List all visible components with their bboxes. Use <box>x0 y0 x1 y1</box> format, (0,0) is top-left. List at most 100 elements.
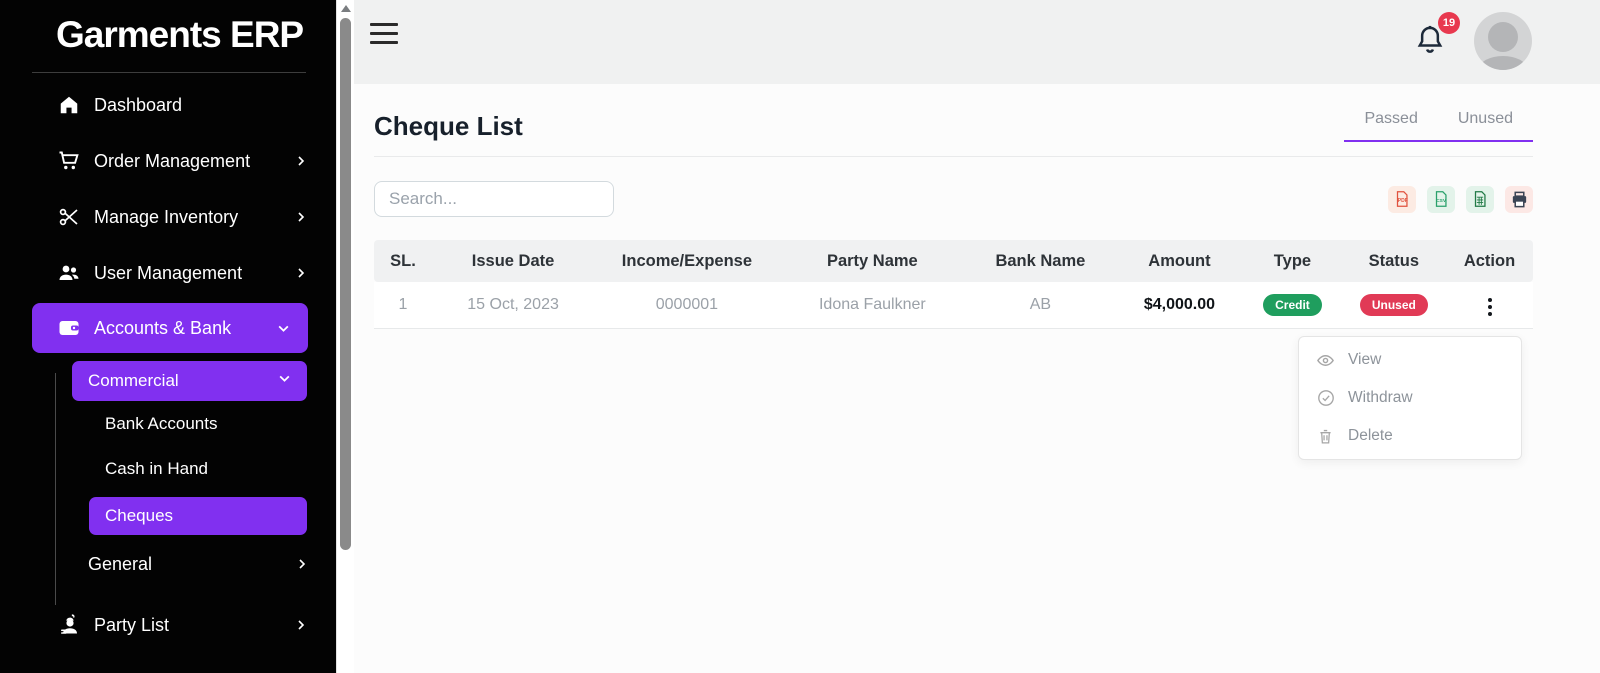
avatar-shoulders-shape <box>1479 56 1527 70</box>
svg-text:PDF: PDF <box>1398 198 1408 204</box>
sidebar-item-dashboard[interactable]: Dashboard <box>0 77 336 133</box>
sidebar-item-label: Manage Inventory <box>94 207 294 228</box>
col-amount: Amount <box>1116 240 1243 282</box>
excel-file-icon <box>1471 190 1489 208</box>
scissors-icon <box>57 205 81 229</box>
chevron-right-icon <box>294 618 308 632</box>
col-income-expense: Income/Expense <box>594 240 779 282</box>
toolbar: PDF CSV <box>374 181 1533 217</box>
col-party-name: Party Name <box>780 240 965 282</box>
col-status: Status <box>1342 240 1446 282</box>
csv-file-icon: CSV <box>1432 190 1450 208</box>
title-divider <box>374 156 1533 157</box>
sidebar: Garments ERP Dashboard Order Management <box>0 0 336 673</box>
export-csv-button[interactable]: CSV <box>1427 186 1455 213</box>
export-print-button[interactable] <box>1505 186 1533 213</box>
sidebar-item-label: Commercial <box>88 371 278 391</box>
chevron-right-icon <box>296 554 308 575</box>
col-bank-name: Bank Name <box>965 240 1116 282</box>
submenu-connector-line <box>55 373 56 605</box>
wallet-icon <box>57 316 81 340</box>
chevron-right-icon <box>294 266 308 280</box>
col-type: Type <box>1243 240 1342 282</box>
printer-icon <box>1510 190 1529 209</box>
cell-sl: 1 <box>374 282 432 328</box>
sidebar-item-label: User Management <box>94 263 294 284</box>
cell-action <box>1446 282 1533 328</box>
trash-icon <box>1316 427 1335 446</box>
app-root: Garments ERP Dashboard Order Management <box>0 0 1600 673</box>
tab-passed[interactable]: Passed <box>1344 110 1437 128</box>
sidebar-item-user-management[interactable]: User Management <box>0 245 336 301</box>
table-row: 1 15 Oct, 2023 0000001 Idona Faulkner AB… <box>374 282 1533 328</box>
home-icon <box>57 93 81 117</box>
action-dropdown-menu: View Withdraw Delete <box>1298 336 1522 460</box>
cell-bank-name: AB <box>965 282 1116 328</box>
hamburger-menu-icon[interactable] <box>370 23 398 44</box>
sidebar-item-label: Cheques <box>105 506 173 526</box>
topbar: 19 <box>354 0 1600 84</box>
sidebar-item-party-list[interactable]: Party List <box>0 597 336 653</box>
tab-unused[interactable]: Unused <box>1438 110 1533 128</box>
scrollbar-up-arrow-icon[interactable] <box>341 5 351 12</box>
cell-type: Credit <box>1243 282 1342 328</box>
sidebar-item-label: Dashboard <box>94 95 308 116</box>
cell-amount: $4,000.00 <box>1116 282 1243 328</box>
menu-item-delete[interactable]: Delete <box>1299 417 1521 455</box>
col-action: Action <box>1446 240 1533 282</box>
type-badge: Credit <box>1263 294 1322 316</box>
sidebar-item-order-management[interactable]: Order Management <box>0 133 336 189</box>
cell-issue-date: 15 Oct, 2023 <box>432 282 594 328</box>
check-circle-icon <box>1316 389 1335 408</box>
page-title: Cheque List <box>374 111 523 142</box>
sidebar-item-label: General <box>88 554 296 575</box>
col-sl: SL. <box>374 240 432 282</box>
sidebar-item-commercial[interactable]: Commercial <box>72 361 307 401</box>
notification-count-badge: 19 <box>1438 12 1460 34</box>
menu-item-label: Withdraw <box>1348 389 1413 407</box>
scrollbar-thumb[interactable] <box>340 18 351 550</box>
sidebar-item-manage-inventory[interactable]: Manage Inventory <box>0 189 336 245</box>
export-pdf-button[interactable]: PDF <box>1388 186 1416 213</box>
menu-item-view[interactable]: View <box>1299 341 1521 379</box>
avatar-head-shape <box>1488 22 1518 52</box>
sidebar-item-label: Bank Accounts <box>105 414 217 434</box>
sidebar-item-label: Cash in Hand <box>105 459 208 479</box>
sidebar-scrollbar[interactable] <box>336 0 354 673</box>
menu-item-label: View <box>1348 351 1381 369</box>
user-avatar[interactable] <box>1474 12 1532 70</box>
notification-bell[interactable]: 19 <box>1414 22 1448 58</box>
svg-text:CSV: CSV <box>1436 198 1447 204</box>
export-excel-button[interactable] <box>1466 186 1494 213</box>
title-row: Cheque List Passed Unused <box>374 110 1533 142</box>
status-badge: Unused <box>1360 294 1428 316</box>
app-logo: Garments ERP <box>0 0 336 56</box>
sidebar-item-accounts-bank[interactable]: Accounts & Bank <box>32 303 308 353</box>
export-buttons: PDF CSV <box>1388 186 1533 213</box>
menu-item-label: Delete <box>1348 427 1393 445</box>
chevron-right-icon <box>294 210 308 224</box>
chevron-down-icon <box>276 321 290 335</box>
cell-income-expense: 0000001 <box>594 282 779 328</box>
main-content: Cheque List Passed Unused PDF CSV <box>354 84 1600 673</box>
sidebar-item-label: Order Management <box>94 151 294 172</box>
pdf-file-icon: PDF <box>1393 190 1411 208</box>
cart-icon <box>57 149 81 173</box>
row-actions-button[interactable] <box>1480 294 1500 320</box>
sidebar-nav: Dashboard Order Management Manage Invent… <box>0 73 336 653</box>
status-tabs: Passed Unused <box>1344 110 1533 142</box>
users-icon <box>57 261 81 285</box>
chevron-right-icon <box>294 154 308 168</box>
cheque-table: SL. Issue Date Income/Expense Party Name… <box>374 240 1533 329</box>
chevron-down-icon <box>278 372 291 390</box>
cell-status: Unused <box>1342 282 1446 328</box>
sidebar-item-general[interactable]: General <box>0 541 336 587</box>
search-input[interactable] <box>374 181 614 217</box>
menu-item-withdraw[interactable]: Withdraw <box>1299 379 1521 417</box>
sidebar-item-cash-in-hand[interactable]: Cash in Hand <box>0 446 336 491</box>
sidebar-item-label: Accounts & Bank <box>94 318 276 339</box>
sidebar-item-cheques[interactable]: Cheques <box>89 497 307 535</box>
party-person-icon <box>57 613 81 637</box>
table-header-row: SL. Issue Date Income/Expense Party Name… <box>374 240 1533 282</box>
sidebar-item-bank-accounts[interactable]: Bank Accounts <box>0 401 336 446</box>
